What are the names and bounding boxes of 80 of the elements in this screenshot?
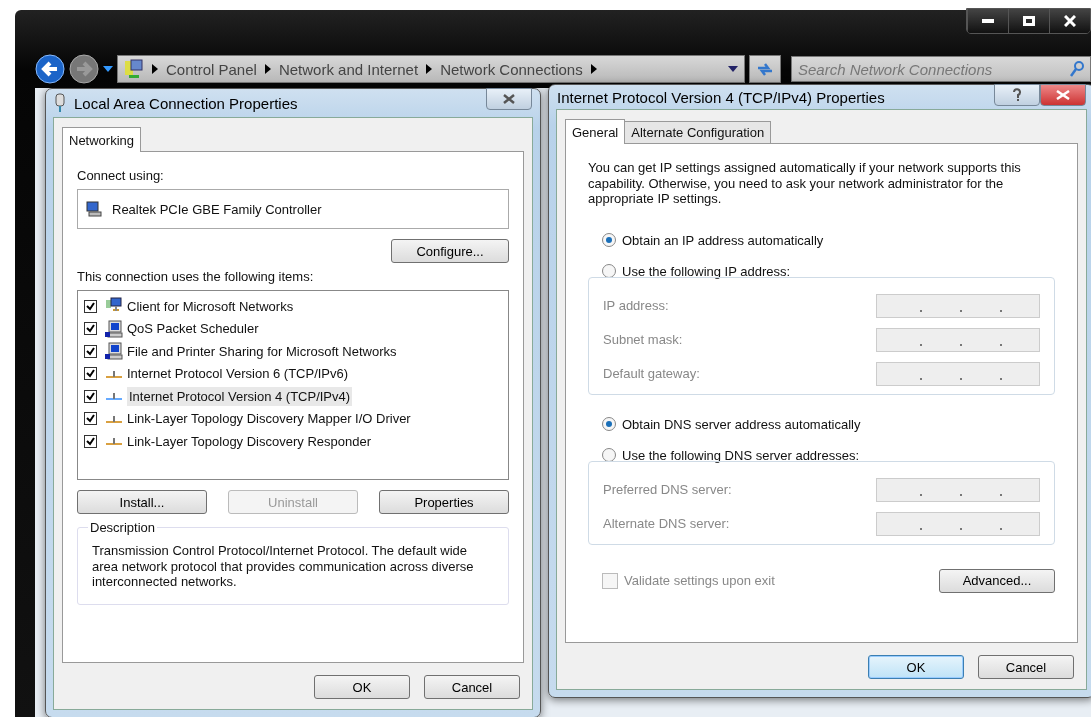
- help-button[interactable]: [994, 84, 1040, 106]
- section-label: Connect using:: [77, 168, 165, 183]
- option-label: Obtain an IP address automatically: [622, 232, 824, 248]
- maximize-icon: [1023, 16, 1035, 26]
- protocol-icon: [105, 435, 123, 448]
- list-item[interactable]: Link-Layer Topology Discovery Responder: [127, 433, 371, 449]
- refresh-icon: [756, 62, 774, 76]
- dialog-button[interactable]: OK: [314, 675, 410, 699]
- forward-button[interactable]: [69, 54, 99, 84]
- action-button[interactable]: Install...: [77, 490, 207, 514]
- action-button[interactable]: Properties: [379, 490, 509, 514]
- list-item[interactable]: Link-Layer Topology Discovery Mapper I/O Driver: [127, 411, 411, 427]
- dialog-button[interactable]: Cancel: [978, 655, 1074, 679]
- checkbox[interactable]: [84, 389, 97, 403]
- radio-button[interactable]: [602, 448, 616, 463]
- description-text: Transmission Control Protocol/Internet Protocol. The default wide area network protocol that provides communication across diverse interconnected networks.: [91, 542, 475, 592]
- computer-icon: [105, 319, 123, 338]
- refresh-button[interactable]: [749, 55, 781, 83]
- chevron-icon: [426, 64, 433, 74]
- advanced-button[interactable]: Advanced...: [939, 568, 1055, 593]
- tab[interactable]: Networking: [62, 127, 142, 152]
- field-label: Default gateway:: [603, 366, 700, 382]
- checkbox-label: Validate settings upon exit: [624, 573, 775, 589]
- list-item[interactable]: File and Printer Sharing for Microsoft Networks: [127, 343, 397, 359]
- radio-button[interactable]: [602, 264, 616, 279]
- checkbox[interactable]: [84, 299, 97, 313]
- computer-icon: [105, 342, 123, 361]
- list-item[interactable]: Client for Microsoft Networks: [127, 298, 294, 314]
- close-button[interactable]: [486, 88, 532, 110]
- breadcrumb-item[interactable]: Network Connections: [440, 60, 583, 78]
- close-icon: [503, 94, 515, 104]
- chevron-icon: [152, 64, 158, 74]
- tab[interactable]: Alternate Configuration: [624, 121, 772, 143]
- network-folder-icon: [124, 59, 144, 79]
- field-label: Preferred DNS server:: [603, 482, 732, 498]
- field-label: Alternate DNS server:: [603, 516, 730, 532]
- search-icon: [1070, 61, 1084, 77]
- help-icon: [1012, 88, 1022, 102]
- tab[interactable]: General: [565, 119, 626, 144]
- list-item[interactable]: Internet Protocol Version 4 (TCP/IPv4): [127, 386, 353, 406]
- group-title: Description: [89, 520, 157, 535]
- checkbox[interactable]: [84, 412, 97, 426]
- breadcrumb-item[interactable]: Control Panel: [166, 60, 257, 78]
- list-item[interactable]: Internet Protocol Version 6 (TCP/IPv6): [127, 366, 349, 382]
- close-button[interactable]: [1049, 9, 1090, 33]
- close-icon: [1064, 15, 1076, 27]
- radio-button[interactable]: [602, 233, 616, 248]
- radio-button[interactable]: [602, 417, 616, 432]
- network-adapter-icon: [54, 93, 66, 113]
- adapter-field: Realtek PCIe GBE Family Controller: [77, 189, 509, 229]
- window-title: Local Area Connection Properties: [74, 94, 298, 112]
- breadcrumb-item[interactable]: Network and Internet: [278, 60, 419, 78]
- list-item[interactable]: QoS Packet Scheduler: [127, 321, 259, 337]
- chevron-icon: [264, 64, 271, 74]
- option-label: Obtain DNS server address automatically: [622, 416, 861, 432]
- back-button[interactable]: [35, 54, 65, 84]
- window-title: Internet Protocol Version 4 (TCP/IPv4) Properties: [557, 88, 885, 106]
- option-label: Use the following DNS server addresses:: [622, 447, 859, 463]
- field-label: Subnet mask:: [603, 332, 683, 348]
- checkbox[interactable]: [84, 434, 97, 448]
- intro-text: You can get IP settings assigned automatically if your network supports this capability. Otherwise, you need to ask your network administrator for the appropriate IP settings.: [588, 160, 1022, 207]
- dialog-button[interactable]: OK: [868, 655, 964, 679]
- dialog-button[interactable]: Cancel: [424, 675, 520, 699]
- dropdown-icon[interactable]: [728, 66, 738, 72]
- checkbox[interactable]: [84, 367, 97, 381]
- close-icon: [1056, 90, 1070, 100]
- protocol-icon: [105, 390, 123, 403]
- checkbox[interactable]: [84, 322, 97, 336]
- minimize-icon: [982, 19, 994, 23]
- checkbox[interactable]: [84, 344, 97, 358]
- field-label: IP address:: [603, 298, 669, 314]
- maximize-button[interactable]: [1008, 9, 1049, 33]
- dropdown-icon[interactable]: [103, 66, 113, 72]
- address-bar[interactable]: Control Panel Network and Internet Network Connections: [117, 55, 745, 83]
- configure-button[interactable]: Configure...: [391, 239, 509, 263]
- minimize-button[interactable]: [967, 9, 1008, 33]
- chevron-icon: [590, 64, 597, 74]
- network-card-icon: [86, 201, 102, 217]
- option-label: Use the following IP address:: [622, 263, 791, 279]
- section-label: This connection uses the following items:: [77, 269, 315, 284]
